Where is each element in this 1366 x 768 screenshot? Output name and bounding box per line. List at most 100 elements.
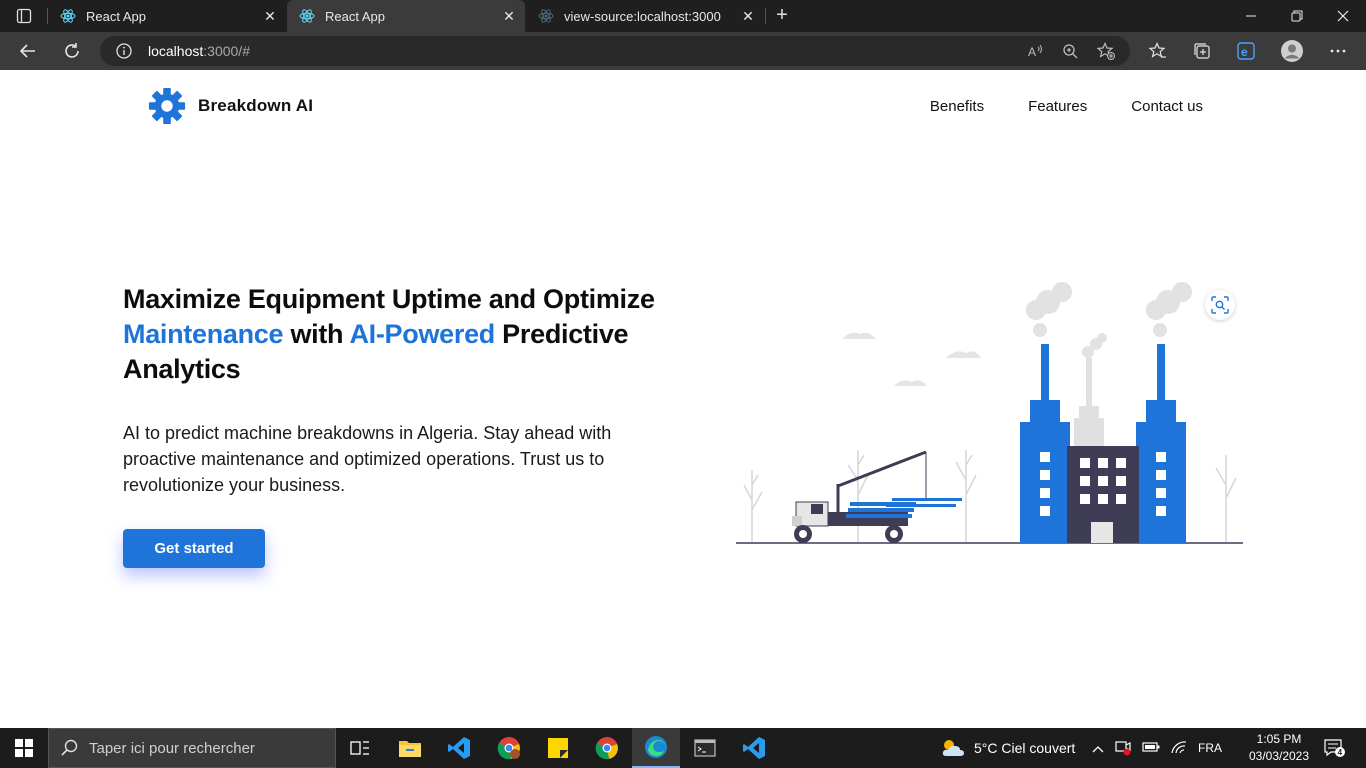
weather-widget[interactable]: 5°C Ciel couvert xyxy=(940,728,1075,768)
back-button[interactable] xyxy=(14,37,42,65)
add-favorite-icon[interactable] xyxy=(1097,42,1115,60)
clock-date: 03/03/2023 xyxy=(1248,749,1310,763)
tab-react-app-1[interactable]: React App ✕ xyxy=(48,0,286,32)
weather-text: 5°C Ciel couvert xyxy=(974,740,1076,756)
windows-taskbar: Taper ici pour rechercher 5°C Ciel couve… xyxy=(0,728,1366,768)
read-aloud-icon[interactable]: A xyxy=(1026,42,1044,60)
terminal-icon xyxy=(694,739,716,757)
taskbar-app-file-explorer[interactable] xyxy=(386,728,434,768)
hero-description: AI to predict machine breakdowns in Alge… xyxy=(123,423,612,495)
task-view-button[interactable] xyxy=(336,728,384,768)
restore-icon xyxy=(1291,10,1303,22)
hero-title: Maximize Equipment Uptime and Optimize Ma… xyxy=(123,282,723,387)
nav-link-contact[interactable]: Contact us xyxy=(1131,98,1203,115)
chevron-up-icon[interactable] xyxy=(1092,740,1104,756)
meet-now-icon[interactable] xyxy=(1114,738,1132,759)
tab-view-source[interactable]: view-source:localhost:3000 ✕ xyxy=(526,0,764,32)
visual-search-button[interactable] xyxy=(1205,290,1235,320)
url-host: localhost xyxy=(148,43,204,59)
tab-strip: React App ✕ React App ✕ view-source:loca… xyxy=(0,0,1366,32)
search-icon xyxy=(61,739,78,756)
taskbar-search[interactable]: Taper ici pour rechercher xyxy=(48,728,336,768)
tab-react-app-2[interactable]: React App ✕ xyxy=(287,0,525,32)
visual-search-icon xyxy=(1211,296,1229,314)
refresh-button[interactable] xyxy=(58,37,86,65)
windows-logo-icon xyxy=(15,739,33,757)
vscode-icon xyxy=(448,737,470,759)
avatar xyxy=(1281,40,1303,62)
close-window-button[interactable] xyxy=(1320,0,1366,32)
web-page: Breakdown AI Benefits Features Contact u… xyxy=(0,70,1366,728)
taskbar-app-vscode-2[interactable] xyxy=(730,728,778,768)
minimize-icon xyxy=(1246,15,1256,17)
system-tray: FRA xyxy=(1092,728,1222,768)
close-icon[interactable]: ✕ xyxy=(501,8,517,24)
notification-count: 4 xyxy=(1338,748,1343,757)
sticky-notes-icon xyxy=(548,738,568,758)
tab-title: view-source:localhost:3000 xyxy=(564,8,721,24)
zoom-icon[interactable] xyxy=(1061,42,1079,60)
settings-menu-button[interactable] xyxy=(1324,37,1352,65)
nav-link-benefits[interactable]: Benefits xyxy=(930,98,984,115)
edge-extension-button[interactable]: e xyxy=(1232,37,1260,65)
url-text[interactable]: localhost:3000/# xyxy=(148,43,250,59)
minimize-button[interactable] xyxy=(1228,0,1274,32)
wifi-icon[interactable] xyxy=(1170,740,1188,757)
tab-actions-button[interactable] xyxy=(8,6,40,26)
taskbar-app-chrome[interactable] xyxy=(583,728,631,768)
language-indicator[interactable]: FRA xyxy=(1198,741,1222,755)
profile-button[interactable] xyxy=(1278,37,1306,65)
react-icon xyxy=(538,8,554,24)
weather-cloud-icon xyxy=(942,740,964,756)
url-path: :3000/# xyxy=(203,43,250,59)
tab-actions-icon xyxy=(16,8,32,24)
hero-title-part1: Maximize Equipment Uptime and Optimize xyxy=(123,284,655,314)
info-icon[interactable] xyxy=(116,43,132,59)
nav-link-features[interactable]: Features xyxy=(1028,98,1087,115)
taskbar-app-vscode-1[interactable] xyxy=(435,728,483,768)
arrow-left-icon xyxy=(19,44,35,58)
tab-title: React App xyxy=(86,8,146,24)
new-tab-button[interactable]: + xyxy=(772,5,792,26)
battery-icon[interactable] xyxy=(1142,740,1160,756)
address-bar[interactable]: localhost:3000/# A xyxy=(100,36,1130,66)
svg-text:A: A xyxy=(1028,45,1036,59)
tab-separator xyxy=(765,8,766,24)
close-icon[interactable]: ✕ xyxy=(262,8,278,24)
taskbar-app-chrome-profile[interactable] xyxy=(485,728,533,768)
favorites-button[interactable] xyxy=(1144,37,1172,65)
folder-icon xyxy=(399,741,421,757)
taskbar-app-edge[interactable] xyxy=(632,728,680,768)
notification-icon: 4 xyxy=(1324,739,1345,757)
chrome-icon xyxy=(497,737,520,760)
react-icon xyxy=(60,8,76,24)
chrome-icon xyxy=(595,737,618,760)
brand-logo[interactable]: Breakdown AI xyxy=(148,87,313,125)
start-button[interactable] xyxy=(0,728,48,768)
task-view-icon xyxy=(350,741,369,755)
taskbar-app-terminal[interactable] xyxy=(681,728,729,768)
browser-toolbar: localhost:3000/# A e xyxy=(0,32,1366,70)
svg-text:e: e xyxy=(1241,45,1248,59)
brand-name: Breakdown AI xyxy=(198,96,314,115)
notification-button[interactable]: 4 xyxy=(1322,728,1346,768)
hero-title-highlight1: Maintenance xyxy=(123,319,284,349)
refresh-icon xyxy=(65,43,79,58)
collections-button[interactable] xyxy=(1188,37,1216,65)
favorites-icon xyxy=(1149,42,1166,58)
restore-button[interactable] xyxy=(1274,0,1320,32)
edge-icon xyxy=(645,736,667,758)
close-icon xyxy=(1337,10,1349,22)
close-icon[interactable]: ✕ xyxy=(740,8,756,24)
search-placeholder: Taper ici pour rechercher xyxy=(89,739,255,757)
collections-icon xyxy=(1194,43,1210,59)
get-started-button[interactable]: Get started xyxy=(123,529,265,568)
main-nav: Benefits Features Contact us xyxy=(930,98,1203,115)
factory-illustration xyxy=(736,282,1243,544)
clock-time: 1:05 PM xyxy=(1256,732,1302,746)
vscode-icon xyxy=(743,737,765,759)
taskbar-app-sticky-notes[interactable] xyxy=(534,728,582,768)
react-icon xyxy=(299,8,315,24)
taskbar-clock[interactable]: 1:05 PM 03/03/2023 xyxy=(1244,731,1314,765)
hero-title-part2: with xyxy=(283,319,350,349)
